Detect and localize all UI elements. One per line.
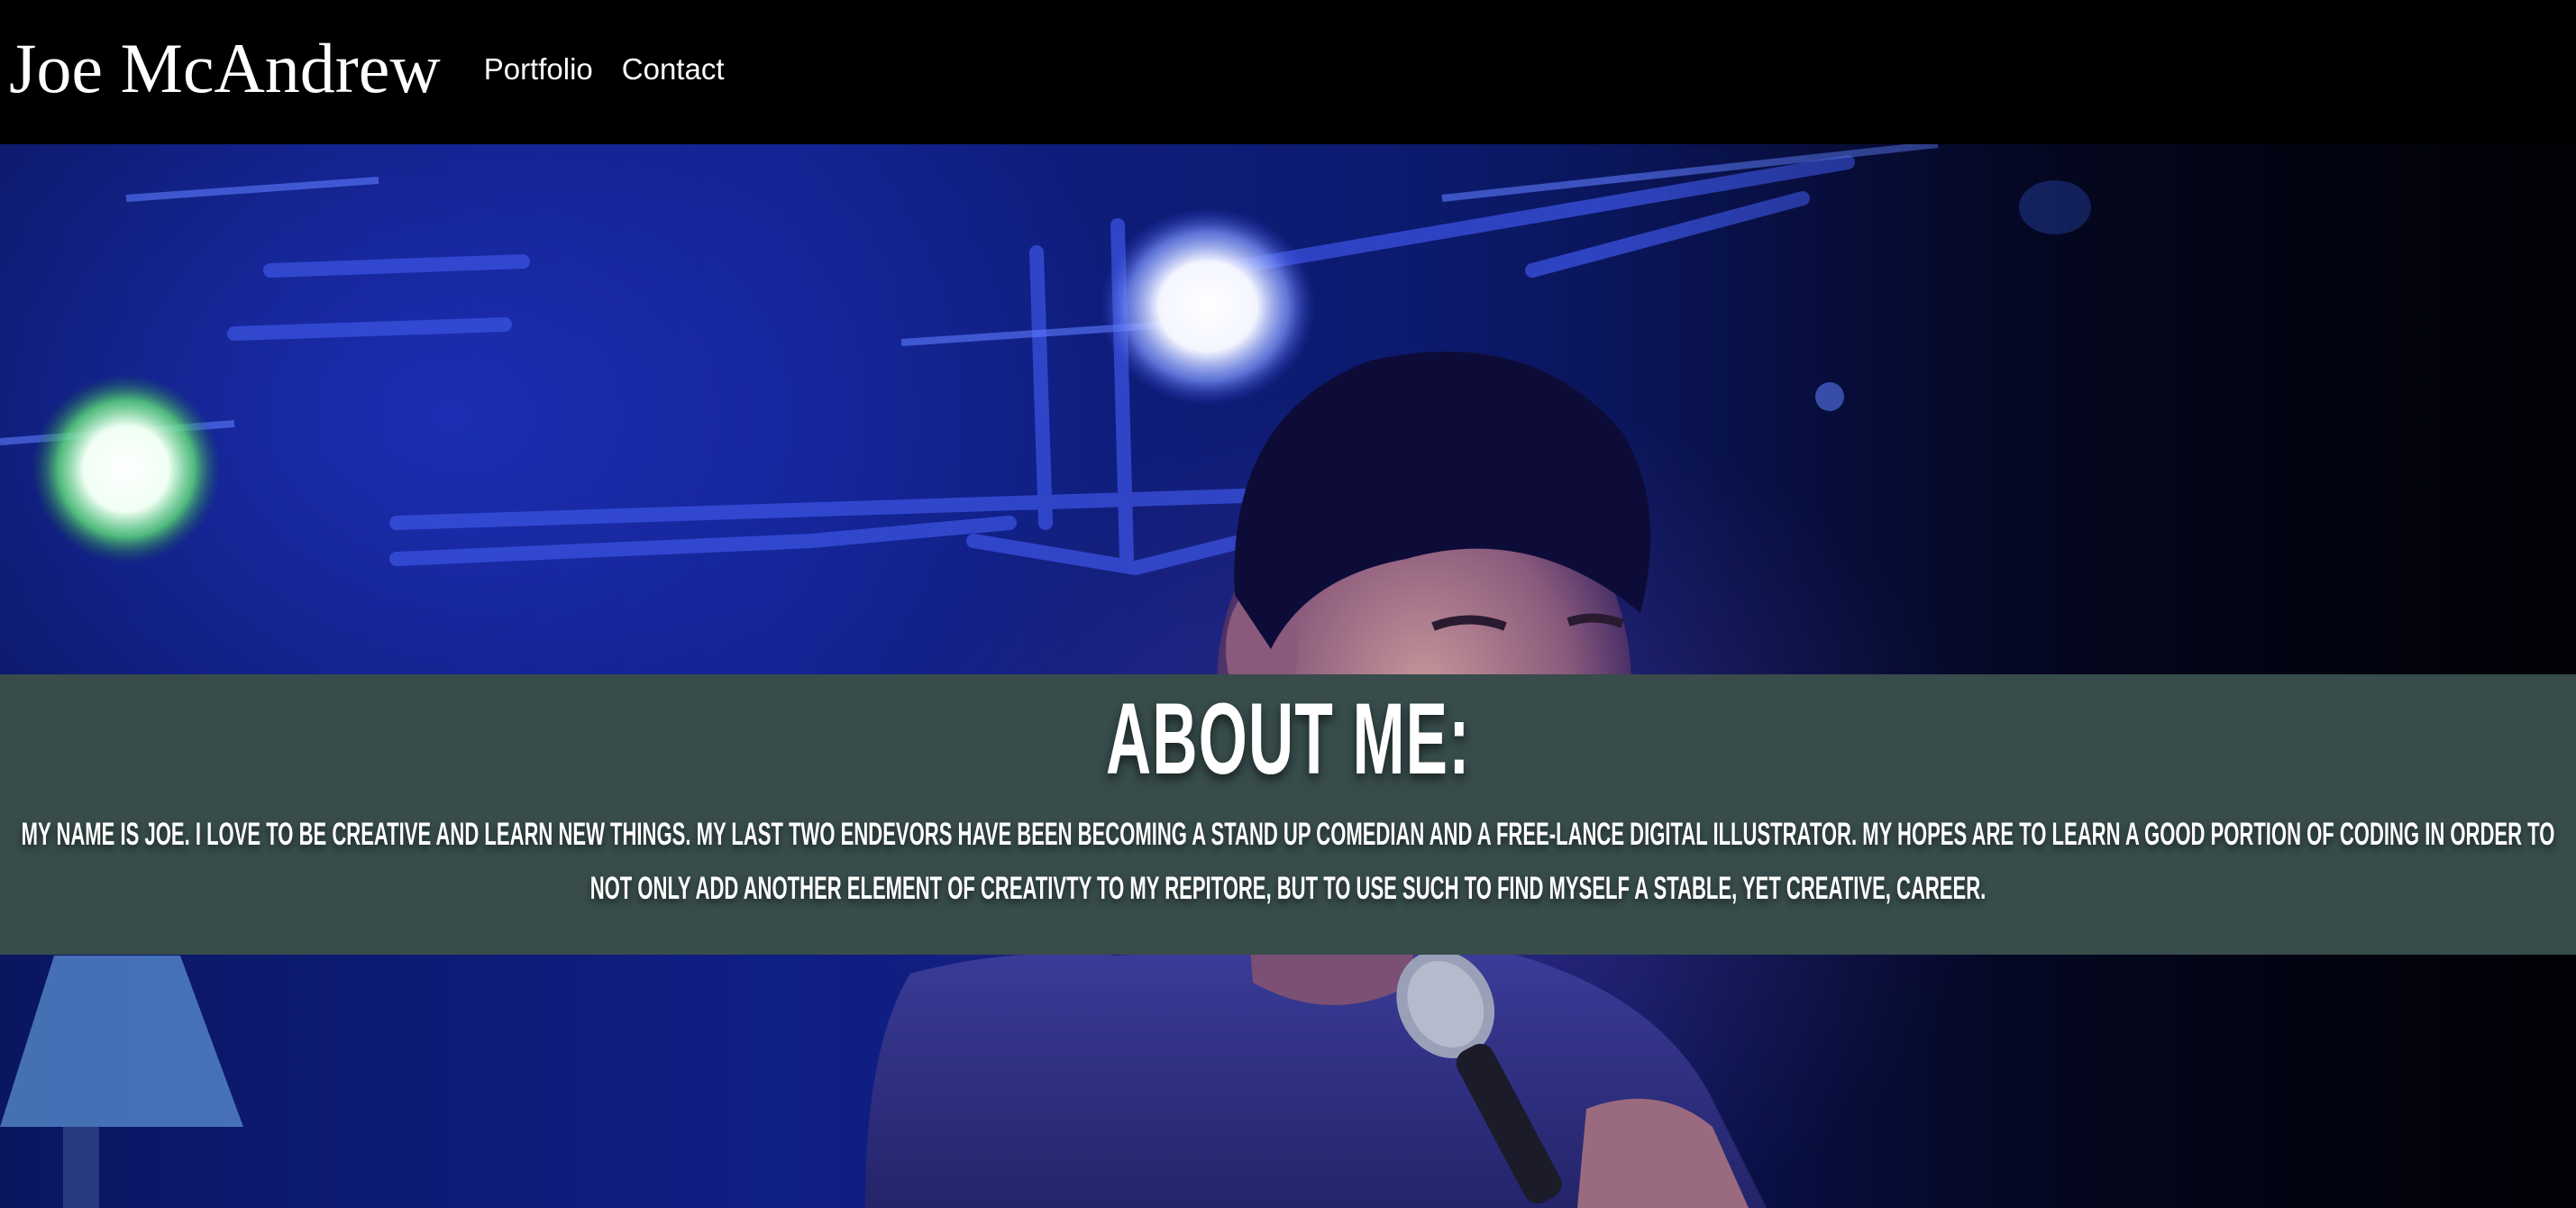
stage-light-white	[1100, 207, 1316, 406]
about-section: About Me: My name is Joe. I love to be c…	[0, 674, 2576, 955]
brand-logo-link[interactable]: Joe McAndrew	[9, 33, 441, 104]
nav-link-portfolio[interactable]: Portfolio	[484, 52, 593, 87]
nav-link-contact[interactable]: Contact	[622, 52, 725, 87]
top-navbar: Joe McAndrew Portfolio Contact	[0, 0, 2576, 144]
about-heading: About Me:	[1105, 682, 1471, 795]
about-paragraph: My name is Joe. I love to be creative an…	[21, 817, 2555, 906]
main-nav: Portfolio Contact	[484, 52, 725, 87]
stage-light-green	[32, 374, 221, 563]
page: Joe McAndrew Portfolio Contact ABOUT ME:…	[0, 0, 2576, 1208]
